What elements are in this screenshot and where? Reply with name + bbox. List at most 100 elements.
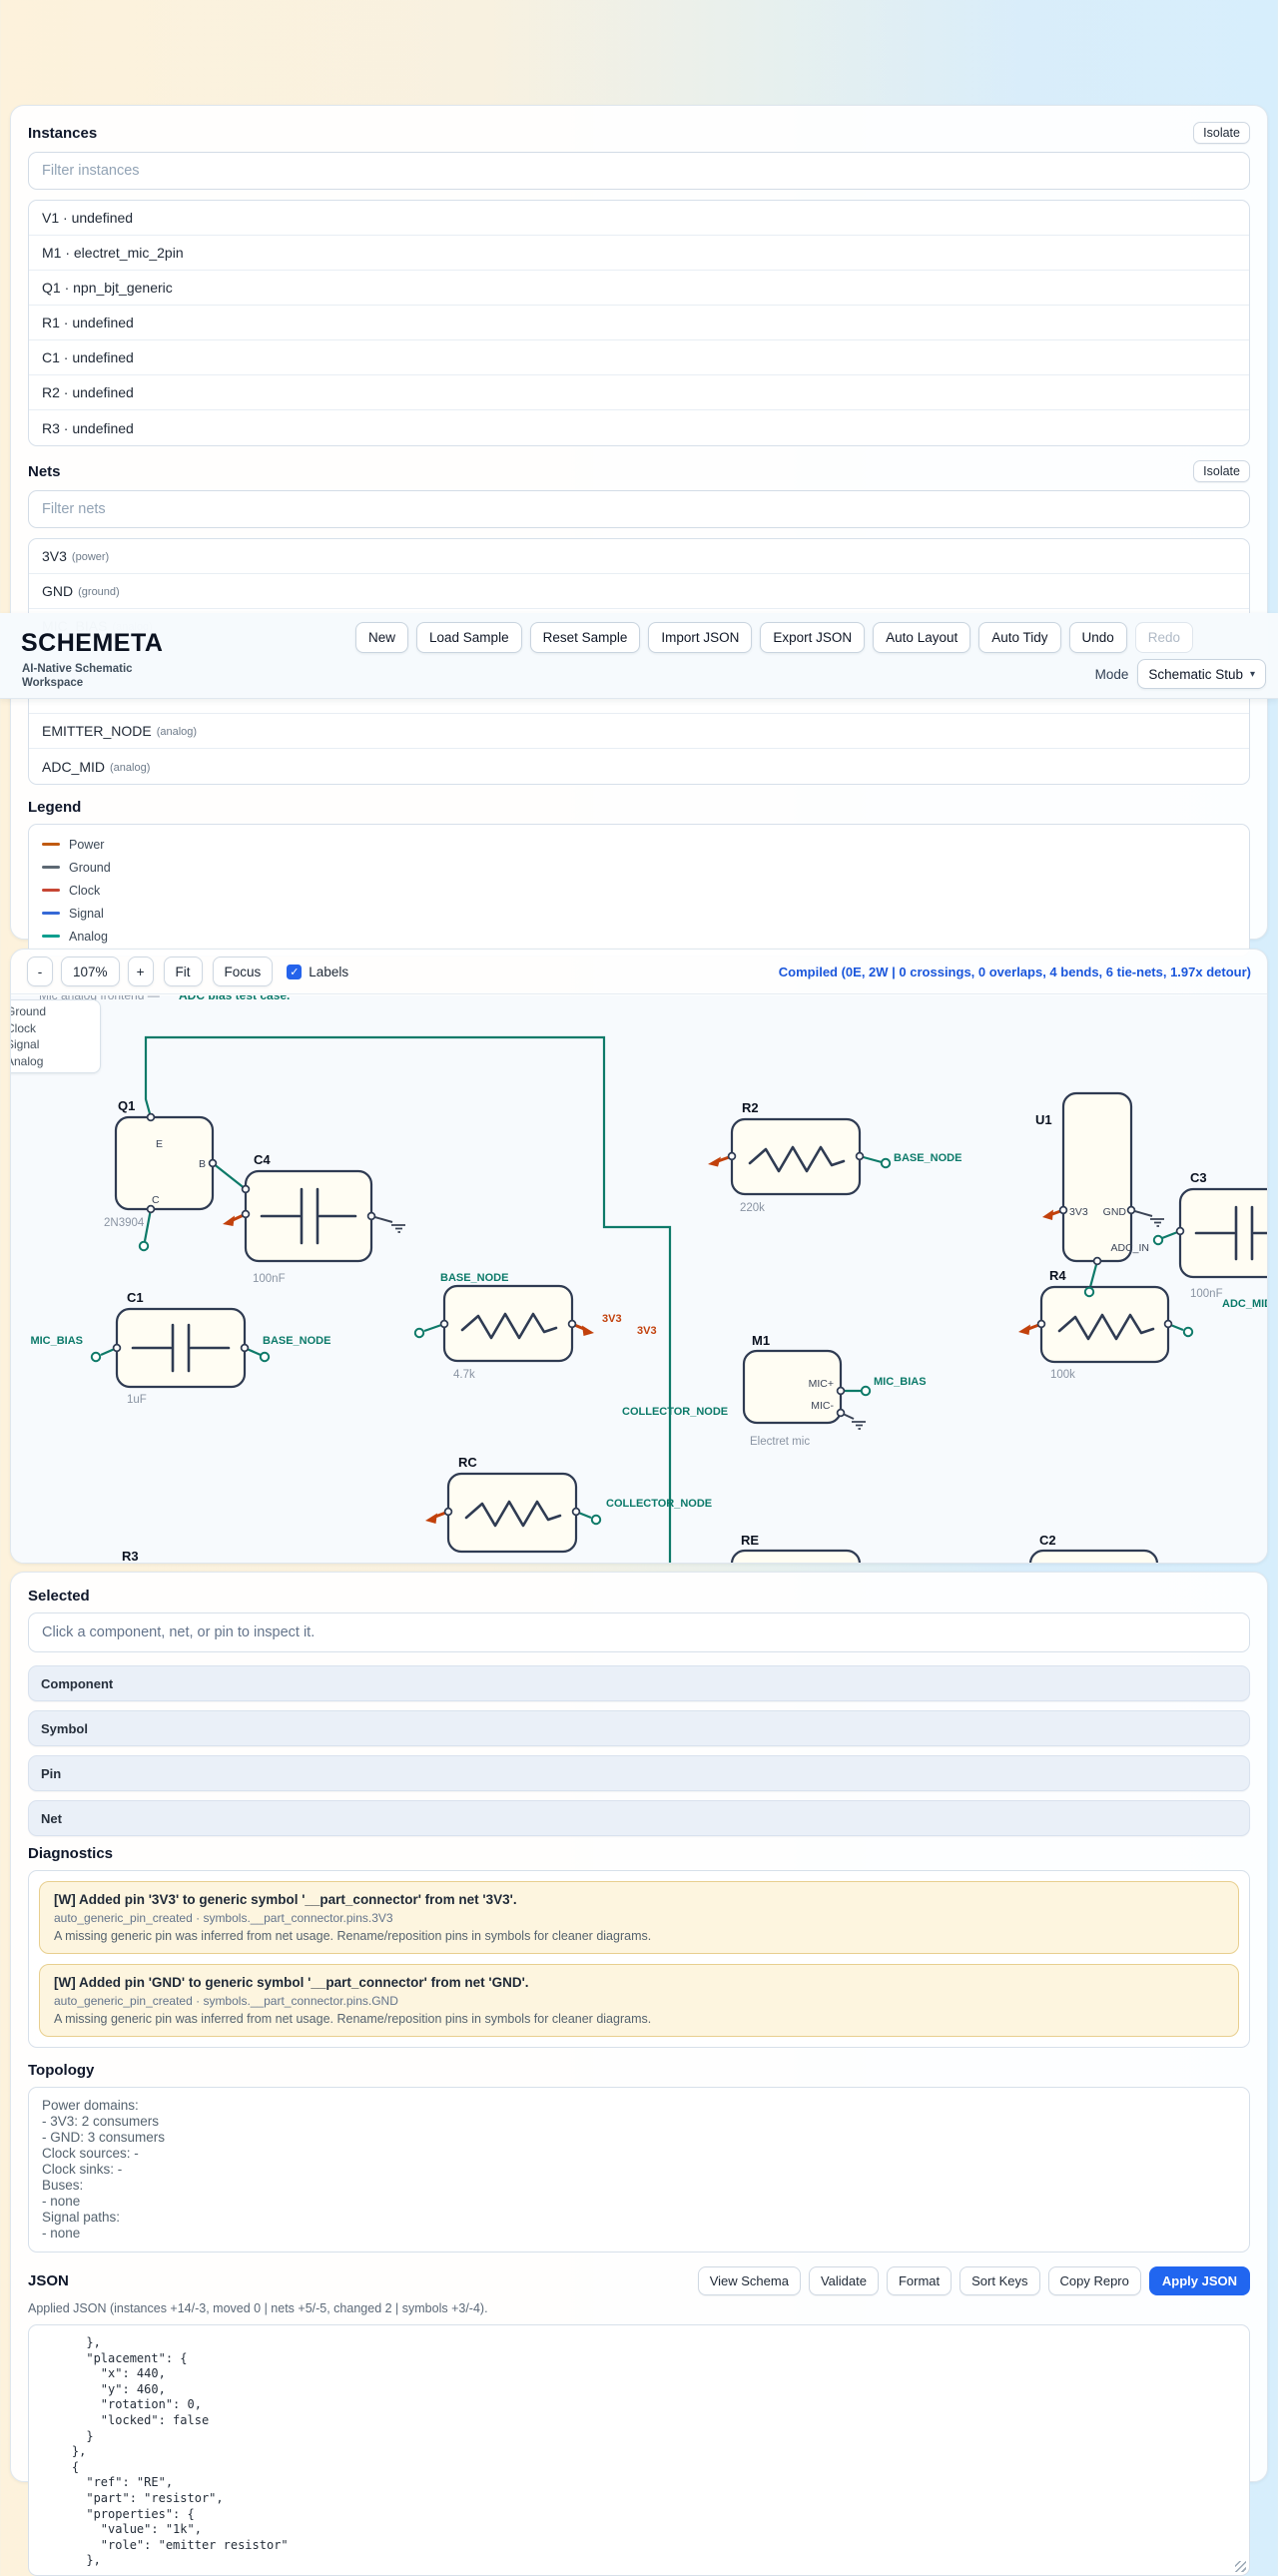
legend-item-ground: Ground	[42, 856, 1236, 879]
new-button[interactable]: New	[355, 622, 408, 653]
zoom-level-button[interactable]: 107%	[61, 957, 120, 986]
instances-isolate-button[interactable]: Isolate	[1193, 122, 1250, 144]
selected-title: Selected	[28, 1588, 1250, 1605]
instance-row[interactable]: Q1 · npn_bjt_generic	[29, 271, 1249, 306]
legend-title: Legend	[28, 799, 1250, 816]
u1-pin-adc-in: ADC_IN	[1110, 1242, 1149, 1254]
instance-row[interactable]: R1 · undefined	[29, 306, 1249, 340]
component-r4[interactable]	[1041, 1287, 1168, 1362]
instance-row[interactable]: R2 · undefined	[29, 375, 1249, 410]
net-row[interactable]: 3V3(power)	[29, 539, 1249, 574]
rc-ref: RC	[458, 1455, 477, 1470]
q1-ref: Q1	[118, 1098, 135, 1113]
r2-value: 220k	[740, 1202, 765, 1214]
resize-handle[interactable]	[1235, 2561, 1246, 2572]
warning-item: [W] Added pin '3V3' to generic symbol '_…	[39, 1881, 1239, 1954]
mode-select[interactable]: Schematic Stub ▾	[1137, 659, 1266, 689]
app-header: SCHEMETA AI-Native Schematic Workspace N…	[0, 613, 1278, 699]
copy-repro-button[interactable]: Copy Repro	[1048, 2266, 1141, 2295]
inspector-panel: Selected Click a component, net, or pin …	[10, 1572, 1268, 2482]
nets-isolate-button[interactable]: Isolate	[1193, 460, 1250, 482]
wire-net-collector: COLLECTOR_NODE	[622, 1406, 728, 1418]
apply-json-button[interactable]: Apply JSON	[1149, 2266, 1250, 2295]
ground-color-swatch	[42, 866, 60, 870]
header-toolbar: New Load Sample Reset Sample Import JSON…	[355, 622, 1193, 653]
instances-title: Instances	[28, 125, 97, 142]
u1-pin-gnd: GND	[1103, 1206, 1127, 1218]
json-title: JSON	[28, 2272, 69, 2289]
m1-pin-mic-minus: MIC-	[811, 1400, 834, 1412]
r3-ref: R3	[122, 1549, 139, 1564]
nets-filter-input[interactable]	[28, 490, 1250, 528]
instances-list: V1 · undefined M1 · electret_mic_2pin Q1…	[28, 200, 1250, 446]
labels-checkbox[interactable]: ✓	[287, 965, 302, 979]
load-sample-button[interactable]: Load Sample	[416, 622, 522, 653]
component-re[interactable]	[732, 1551, 860, 1564]
sort-keys-button[interactable]: Sort Keys	[959, 2266, 1039, 2295]
schematic-svg: Q1 E B C 2N3904 C4 100nF R2 220k BASE_NO…	[11, 995, 1268, 1564]
emitter-wire[interactable]	[146, 1037, 670, 1564]
m1-value: Electret mic	[750, 1436, 810, 1448]
q1-pin-e: E	[156, 1138, 163, 1150]
json-toolbar: View Schema Validate Format Sort Keys Co…	[698, 2266, 1250, 2295]
focus-button[interactable]: Focus	[213, 957, 274, 986]
r2-net-label: BASE_NODE	[894, 1152, 961, 1164]
schematic-canvas[interactable]: Mic analog frontend — ADC bias test case…	[11, 995, 1268, 1564]
diagnostics-title: Diagnostics	[28, 1845, 1250, 1862]
u1-ref: U1	[1035, 1112, 1052, 1127]
c1-net-mic-bias: MIC_BIAS	[30, 1335, 83, 1347]
instance-row[interactable]: V1 · undefined	[29, 201, 1249, 236]
section-symbol[interactable]: Symbol	[28, 1710, 1250, 1746]
q1-value: 2N3904	[104, 1217, 145, 1229]
component-rc[interactable]	[448, 1474, 576, 1552]
component-c2[interactable]	[1030, 1551, 1157, 1564]
power-color-swatch	[42, 843, 60, 847]
net-row[interactable]: ADC_MID(analog)	[29, 749, 1249, 784]
component-r2[interactable]	[732, 1119, 860, 1194]
reset-sample-button[interactable]: Reset Sample	[530, 622, 641, 653]
r4-value: 100k	[1050, 1369, 1075, 1381]
rb-3v3-label-a: 3V3	[602, 1313, 622, 1325]
auto-layout-button[interactable]: Auto Layout	[873, 622, 970, 653]
json-editor-textarea[interactable]: }, "placement": { "x": 440, "y": 460, "r…	[28, 2324, 1250, 2576]
zoom-out-button[interactable]: -	[27, 957, 53, 986]
topology-box: Power domains: - 3V3: 2 consumers - GND:…	[28, 2087, 1250, 2253]
validate-button[interactable]: Validate	[809, 2266, 879, 2295]
undo-button[interactable]: Undo	[1069, 622, 1127, 653]
rc-net-collector: COLLECTOR_NODE	[606, 1498, 712, 1510]
instance-row[interactable]: C1 · undefined	[29, 340, 1249, 375]
import-json-button[interactable]: Import JSON	[648, 622, 752, 653]
auto-tidy-button[interactable]: Auto Tidy	[978, 622, 1060, 653]
tagline: AI-Native Schematic Workspace	[22, 662, 133, 690]
m1-pin-mic-plus: MIC+	[809, 1378, 834, 1390]
instance-row[interactable]: R3 · undefined	[29, 410, 1249, 445]
instances-filter-input[interactable]	[28, 152, 1250, 190]
re-ref: RE	[741, 1533, 759, 1548]
m1-ref: M1	[752, 1333, 770, 1348]
net-row[interactable]: GND(ground)	[29, 574, 1249, 609]
legend-item-analog: Analog	[42, 925, 1236, 948]
component-rb[interactable]	[444, 1286, 572, 1361]
rb-3v3-label-b: 3V3	[637, 1325, 657, 1337]
compile-status: Compiled (0E, 2W | 0 crossings, 0 overla…	[779, 965, 1251, 979]
format-button[interactable]: Format	[887, 2266, 952, 2295]
export-json-button[interactable]: Export JSON	[760, 622, 865, 653]
section-net[interactable]: Net	[28, 1800, 1250, 1836]
zoom-in-button[interactable]: +	[128, 957, 154, 986]
analog-color-swatch	[42, 935, 60, 939]
net-row[interactable]: EMITTER_NODE(analog)	[29, 714, 1249, 749]
section-pin[interactable]: Pin	[28, 1755, 1250, 1791]
q1-pin-b: B	[199, 1158, 206, 1170]
redo-button[interactable]: Redo	[1135, 622, 1193, 653]
c3-ref: C3	[1190, 1170, 1207, 1185]
legend-item-power: Power	[42, 833, 1236, 856]
fit-button[interactable]: Fit	[164, 957, 203, 986]
r4-ref: R4	[1049, 1268, 1066, 1283]
brand-logo: SCHEMETA	[21, 629, 163, 658]
instance-row[interactable]: M1 · electret_mic_2pin	[29, 236, 1249, 271]
view-schema-button[interactable]: View Schema	[698, 2266, 801, 2295]
component-u1[interactable]	[1063, 1093, 1131, 1261]
section-component[interactable]: Component	[28, 1665, 1250, 1701]
c2-ref: C2	[1039, 1533, 1056, 1548]
diagnostics-box: [W] Added pin '3V3' to generic symbol '_…	[28, 1870, 1250, 2048]
